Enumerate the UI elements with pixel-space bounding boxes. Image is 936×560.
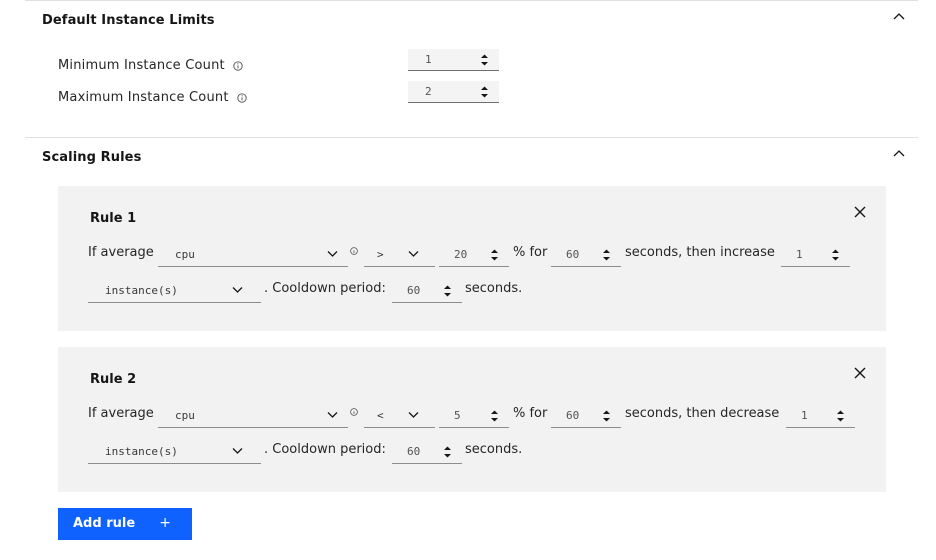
- metric-select[interactable]: cpu: [158, 402, 348, 428]
- percent-for-text: % for: [513, 406, 548, 421]
- stepper-icon[interactable]: [490, 408, 499, 424]
- stepper-icon[interactable]: [602, 408, 611, 424]
- threshold-value: 5: [454, 409, 461, 422]
- rule-card-1: Rule 1 If average cpu > 20 % for 60 seco…: [58, 186, 886, 331]
- min-instance-value: 1: [425, 53, 432, 66]
- add-rule-button[interactable]: Add rule +: [58, 508, 192, 540]
- stepper-icon[interactable]: [480, 84, 489, 100]
- max-instance-label-text: Maximum Instance Count: [58, 90, 229, 105]
- chevron-down-icon: [327, 251, 338, 257]
- stepper-icon[interactable]: [480, 52, 489, 68]
- percent-for-text: % for: [513, 245, 548, 260]
- unit-value: instance(s): [105, 445, 178, 458]
- cooldown-text: . Cooldown period:: [264, 281, 386, 296]
- seconds-text: seconds.: [465, 442, 523, 457]
- rule-title: Rule 2: [90, 372, 137, 387]
- threshold-value: 20: [454, 248, 468, 261]
- operator-value: >: [377, 248, 384, 261]
- duration-value: 60: [566, 409, 580, 422]
- cooldown-value: 60: [407, 284, 421, 297]
- duration-input[interactable]: 60: [551, 243, 621, 267]
- min-instance-input[interactable]: 1: [408, 49, 499, 71]
- adjust-input[interactable]: 1: [781, 243, 850, 267]
- stepper-icon[interactable]: [443, 283, 452, 299]
- chevron-down-icon: [232, 287, 243, 293]
- duration-value: 60: [566, 248, 580, 261]
- cooldown-value: 60: [407, 445, 421, 458]
- stepper-icon[interactable]: [490, 247, 499, 263]
- info-icon[interactable]: [236, 92, 247, 103]
- cooldown-input[interactable]: 60: [392, 279, 462, 303]
- unit-select[interactable]: instance(s): [88, 438, 261, 464]
- cooldown-input[interactable]: 60: [392, 440, 462, 464]
- rules-section-header[interactable]: Scaling Rules: [25, 138, 918, 178]
- chevron-up-icon[interactable]: [892, 10, 906, 24]
- info-icon[interactable]: [233, 60, 243, 71]
- chevron-down-icon: [232, 448, 243, 454]
- metric-value: cpu: [175, 248, 195, 261]
- max-instance-value: 2: [425, 85, 432, 98]
- min-instance-label: Minimum Instance Count: [58, 58, 243, 73]
- max-instance-input[interactable]: 2: [408, 81, 499, 103]
- seconds-text: seconds.: [465, 281, 523, 296]
- stepper-icon[interactable]: [602, 247, 611, 263]
- duration-input[interactable]: 60: [551, 404, 621, 428]
- unit-select[interactable]: instance(s): [88, 277, 261, 303]
- adjust-input[interactable]: 1: [786, 404, 855, 428]
- chevron-down-icon: [408, 251, 419, 257]
- info-icon[interactable]: [350, 408, 358, 416]
- close-icon[interactable]: [854, 206, 866, 218]
- threshold-input[interactable]: 5: [439, 404, 509, 428]
- operator-select[interactable]: >: [364, 241, 435, 267]
- add-rule-label: Add rule: [73, 516, 136, 531]
- stepper-icon[interactable]: [443, 444, 452, 460]
- rule-card-2: Rule 2 If average cpu < 5 % for 60 secon…: [58, 347, 886, 492]
- max-instance-label: Maximum Instance Count: [58, 90, 247, 105]
- rule-title: Rule 1: [90, 211, 137, 226]
- limits-section-title: Default Instance Limits: [42, 13, 215, 28]
- rules-section-title: Scaling Rules: [42, 150, 142, 165]
- if-average-text: If average: [88, 245, 154, 260]
- cooldown-text: . Cooldown period:: [264, 442, 386, 457]
- limits-section-header[interactable]: Default Instance Limits: [25, 0, 918, 40]
- adjust-value: 1: [801, 409, 808, 422]
- then-action-text: seconds, then decrease: [625, 406, 780, 421]
- adjust-value: 1: [796, 248, 803, 261]
- chevron-up-icon[interactable]: [892, 147, 906, 161]
- operator-value: <: [377, 409, 384, 422]
- metric-value: cpu: [175, 409, 195, 422]
- stepper-icon[interactable]: [831, 247, 840, 263]
- then-action-text: seconds, then increase: [625, 245, 775, 260]
- stepper-icon[interactable]: [836, 408, 845, 424]
- if-average-text: If average: [88, 406, 154, 421]
- threshold-input[interactable]: 20: [439, 243, 509, 267]
- min-instance-label-text: Minimum Instance Count: [58, 58, 225, 73]
- chevron-down-icon: [327, 412, 338, 418]
- plus-icon: +: [159, 515, 171, 531]
- close-icon[interactable]: [854, 367, 866, 379]
- chevron-down-icon: [408, 412, 419, 418]
- metric-select[interactable]: cpu: [158, 241, 348, 267]
- operator-select[interactable]: <: [364, 402, 435, 428]
- info-icon[interactable]: [350, 247, 358, 255]
- unit-value: instance(s): [105, 284, 178, 297]
